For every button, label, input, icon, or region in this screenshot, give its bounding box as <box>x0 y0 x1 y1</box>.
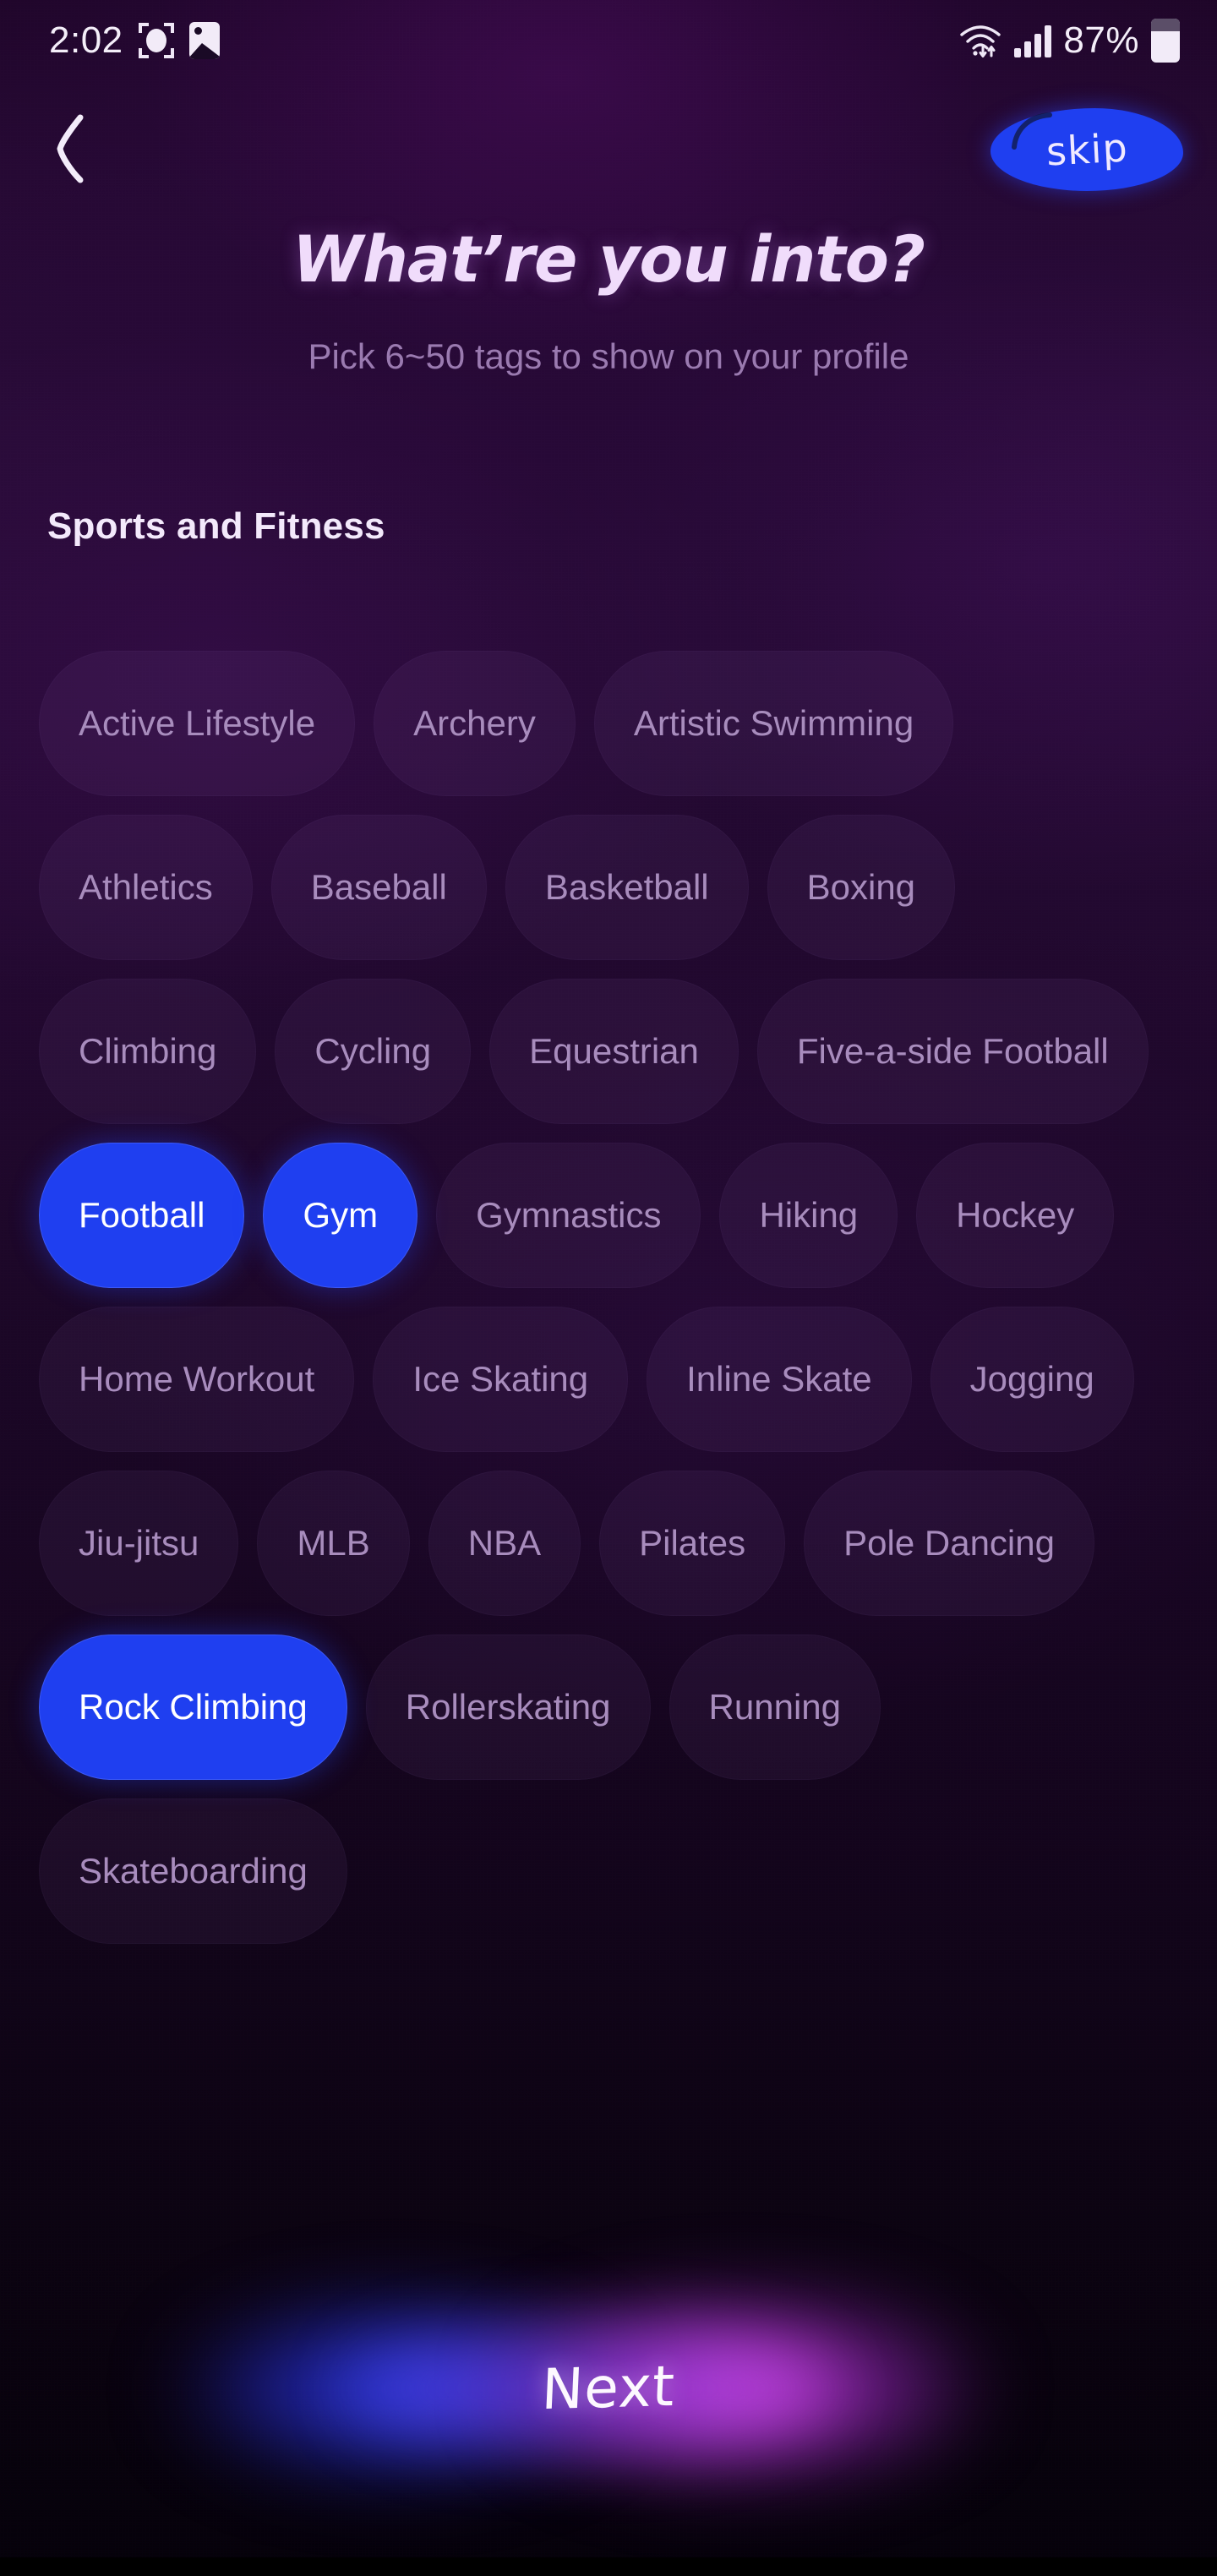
tag-pill[interactable]: Home Workout <box>39 1307 355 1452</box>
tag-pill-label: Rock Climbing <box>79 1687 308 1727</box>
tag-pill[interactable]: Cycling <box>275 979 472 1124</box>
tag-pill[interactable]: Baseball <box>270 815 487 960</box>
tag-pill-label: Running <box>708 1687 841 1727</box>
tag-pill-label: Climbing <box>79 1031 217 1071</box>
tag-pill[interactable]: Boxing <box>767 815 956 960</box>
tag-pill-label: Athletics <box>79 867 213 907</box>
skip-button[interactable]: skip <box>991 108 1183 191</box>
tag-pill-label: Gymnastics <box>476 1195 662 1235</box>
tag-pill-label: Pilates <box>639 1523 746 1563</box>
system-navigation-bar <box>0 2557 1217 2576</box>
tag-pill[interactable]: NBA <box>428 1471 581 1616</box>
tag-pill-label: Equestrian <box>529 1031 699 1071</box>
onboarding-interests-screen: 2:02 87% skip What’re you into? Pick 6~5… <box>0 0 1217 2576</box>
tag-pill[interactable]: Gym <box>263 1143 418 1288</box>
tag-pill-label: NBA <box>467 1523 542 1563</box>
skip-button-label: skip <box>1045 124 1129 175</box>
tag-pill[interactable]: Pilates <box>599 1471 786 1616</box>
tag-pill[interactable]: Football <box>39 1143 245 1288</box>
tag-pill[interactable]: Hockey <box>916 1143 1115 1288</box>
tag-pill[interactable]: Hiking <box>719 1143 898 1288</box>
back-chevron-icon <box>57 114 84 183</box>
tag-pill[interactable]: Active Lifestyle <box>39 651 356 796</box>
tag-pill[interactable]: Ice Skating <box>373 1307 629 1452</box>
tag-pill[interactable]: Running <box>669 1635 881 1780</box>
status-bar-clock: 2:02 <box>49 19 123 61</box>
tag-pill[interactable]: Pole Dancing <box>804 1471 1094 1616</box>
next-button-label: Next <box>540 2353 677 2422</box>
tag-pill[interactable]: Skateboarding <box>39 1798 347 1944</box>
tag-pill-label: Gym <box>303 1195 379 1235</box>
tag-pill-label: Hiking <box>759 1195 859 1235</box>
tag-pill[interactable]: Athletics <box>39 815 253 960</box>
tag-pill-label: Rollerskating <box>405 1687 611 1727</box>
tag-pill-label: Basketball <box>544 867 709 907</box>
cellular-signal-icon <box>1014 24 1052 57</box>
section-heading-sports-and-fitness: Sports and Fitness <box>47 505 385 547</box>
tag-pill[interactable]: Climbing <box>39 979 257 1124</box>
back-button[interactable] <box>30 106 112 191</box>
tag-pill-label: Artistic Swimming <box>633 703 914 743</box>
tag-pill-label: Five-a-side Football <box>796 1031 1109 1071</box>
tag-pill-label: Pole Dancing <box>843 1523 1055 1563</box>
tag-pill[interactable]: Jogging <box>930 1307 1134 1452</box>
tag-pill-label: Skateboarding <box>79 1851 308 1891</box>
nav-header: skip <box>0 100 1217 201</box>
page-title: What’re you into? <box>292 221 925 297</box>
battery-icon <box>1151 19 1180 63</box>
tag-pill[interactable]: Basketball <box>505 815 749 960</box>
tag-pill-label: Ice Skating <box>412 1359 589 1399</box>
tag-pill-label: Boxing <box>806 867 916 907</box>
wifi-icon <box>958 22 1002 59</box>
tag-pill-label: Active Lifestyle <box>79 703 316 743</box>
tag-pill-label: Hockey <box>956 1195 1075 1235</box>
tag-pill[interactable]: Inline Skate <box>647 1307 912 1452</box>
tag-pill[interactable]: Artistic Swimming <box>593 651 954 796</box>
next-button[interactable]: Next <box>144 2248 1073 2527</box>
tag-pill-label: MLB <box>297 1523 370 1563</box>
tag-pill-label: Archery <box>413 703 536 743</box>
tag-pill[interactable]: Five-a-side Football <box>756 979 1149 1124</box>
tag-pill[interactable]: Jiu-jitsu <box>39 1471 239 1616</box>
gallery-image-icon <box>188 22 220 59</box>
tag-pill[interactable]: Archery <box>374 651 576 796</box>
tag-pill-label: Baseball <box>310 867 447 907</box>
status-bar-left: 2:02 <box>49 19 220 62</box>
tag-pill[interactable]: MLB <box>257 1471 410 1616</box>
tag-pill-label: Jogging <box>969 1359 1094 1399</box>
tag-pill[interactable]: Rock Climbing <box>39 1635 347 1780</box>
tag-pill[interactable]: Gymnastics <box>436 1143 701 1288</box>
screenshot-capture-icon <box>138 23 174 58</box>
tag-grid: Active Lifestyle Archery Artistic Swimming… <box>39 651 1178 1944</box>
battery-percent-label: 87% <box>1063 19 1139 61</box>
tag-pill-label: Inline Skate <box>686 1359 872 1399</box>
tag-pill[interactable]: Rollerskating <box>365 1635 651 1780</box>
tag-pill-label: Jiu-jitsu <box>79 1523 199 1563</box>
tag-pill-label: Home Workout <box>79 1359 315 1399</box>
page-subtitle: Pick 6~50 tags to show on your profile <box>308 336 909 376</box>
tag-pill-label: Football <box>79 1195 205 1235</box>
tag-pill[interactable]: Equestrian <box>489 979 739 1124</box>
tag-pill-label: Cycling <box>314 1031 432 1071</box>
status-bar-right: 87% <box>958 19 1180 63</box>
status-bar: 2:02 87% <box>0 0 1217 81</box>
